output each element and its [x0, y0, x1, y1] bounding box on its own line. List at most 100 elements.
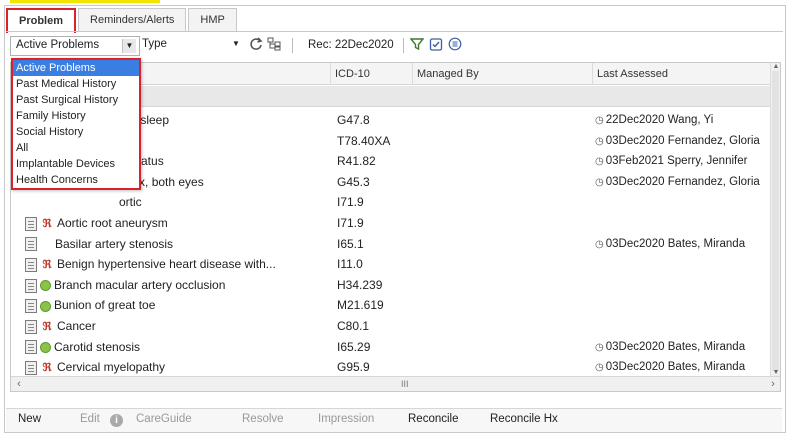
- type-select-value: Type: [142, 38, 167, 50]
- note-icon[interactable]: [25, 237, 37, 252]
- last-assessed-cell: ◷ 03Dec2020 Bates, Miranda: [595, 337, 780, 359]
- table-row[interactable]: ℜ Cervical myelopathy G95.9 ◷ 03Dec2020 Ba…: [11, 357, 771, 378]
- icd-code: I71.9: [337, 215, 364, 230]
- dropdown-option-implantable-devices[interactable]: Implantable Devices: [13, 156, 139, 172]
- chevron-down-icon[interactable]: ▼: [232, 39, 248, 48]
- note-icon[interactable]: [25, 216, 37, 231]
- dropdown-option-active-problems[interactable]: Active Problems: [13, 60, 139, 76]
- problem-name: Branch macular artery occlusion: [54, 277, 226, 292]
- note-icon[interactable]: [25, 360, 37, 375]
- table-row[interactable]: Carotid stenosis I65.29 ◷ 03Dec2020 Bates…: [11, 337, 771, 358]
- icd-code: R41.82: [337, 154, 376, 169]
- toolbar-separator: [403, 38, 404, 53]
- icd-code: I65.1: [337, 236, 364, 251]
- clock-icon: ◷: [595, 176, 604, 188]
- tab-reminders-alerts[interactable]: Reminders/Alerts: [78, 8, 187, 32]
- table-row[interactable]: Branch macular artery occlusion H34.239: [11, 275, 771, 296]
- icd-code: G47.8: [337, 113, 370, 127]
- last-assessed-cell: ◷ 03Dec2020 Fernandez, Gloria: [595, 172, 780, 194]
- problem-cell: ℜ Benign hypertensive heart disease with.…: [25, 254, 330, 275]
- toolbar: Active Problems ▼ Type ▼ Rec: 22Dec2020: [10, 35, 780, 57]
- vertical-scroll-thumb[interactable]: [772, 71, 779, 371]
- note-icon[interactable]: [25, 340, 37, 355]
- problem-filter-dropdown: Active Problems Past Medical History Pas…: [11, 58, 141, 190]
- reconcile-button[interactable]: Reconcile: [408, 413, 459, 425]
- column-header-managed-by[interactable]: Managed By: [413, 63, 593, 85]
- note-icon[interactable]: [25, 278, 37, 293]
- dropdown-option-all[interactable]: All: [13, 140, 139, 156]
- column-header-last-assessed[interactable]: Last Assessed: [593, 63, 771, 85]
- last-assessed-cell: ◷ 03Dec2020 Fernandez, Gloria: [595, 131, 780, 153]
- type-select[interactable]: Type ▼: [140, 36, 250, 56]
- scroll-up-icon[interactable]: ▲: [771, 63, 780, 71]
- dropdown-option-family-history[interactable]: Family History: [13, 108, 139, 124]
- dropdown-option-past-surgical-history[interactable]: Past Surgical History: [13, 92, 139, 108]
- table-row[interactable]: ℜ Aortic root aneurysm I71.9: [11, 213, 771, 234]
- table-row[interactable]: ortic I71.9: [11, 192, 771, 213]
- icd-code: I11.0: [337, 257, 363, 272]
- scroll-left-icon[interactable]: ‹: [13, 377, 25, 391]
- dropdown-option-past-medical-history[interactable]: Past Medical History: [13, 76, 139, 92]
- toolbar-separator: [292, 38, 293, 53]
- problem-cell: Bunion of great toe: [25, 295, 330, 316]
- clock-icon: ◷: [595, 115, 604, 126]
- table-row[interactable]: ℜ Cancer C80.1: [11, 316, 771, 337]
- problem-name: Cancer: [57, 318, 96, 333]
- horizontal-scrollbar[interactable]: ‹ III ›: [11, 376, 780, 391]
- problem-name: Cervical myelopathy: [57, 360, 166, 375]
- table-row[interactable]: Basilar artery stenosis I65.1 ◷ 03Dec2020…: [11, 234, 771, 255]
- problem-name: Bunion of great toe: [54, 298, 156, 313]
- new-button[interactable]: New: [18, 413, 41, 425]
- last-assessed: 03Dec2020 Fernandez, Gloria: [605, 175, 760, 188]
- icd-code: H34.239: [337, 277, 383, 292]
- last-assessed-cell: ◷ 03Feb2021 Sperry, Jennifer: [595, 151, 780, 173]
- reconciled-date: Rec: 22Dec2020: [308, 39, 394, 51]
- top-accent-bar: [10, 0, 160, 3]
- clock-icon: ◷: [595, 135, 604, 147]
- table-row[interactable]: ℜ Benign hypertensive heart disease with.…: [11, 254, 771, 275]
- tab-hmp[interactable]: HMP: [188, 8, 237, 32]
- tab-divider: [6, 31, 783, 32]
- note-icon[interactable]: [25, 299, 37, 314]
- reconcile-hx-button[interactable]: Reconcile Hx: [490, 413, 558, 425]
- problem-cell: Basilar artery stenosis: [25, 234, 330, 255]
- scroll-right-icon[interactable]: ›: [767, 377, 779, 391]
- resolve-button[interactable]: Resolve: [242, 413, 284, 425]
- rx-icon: ℜ: [42, 320, 52, 333]
- list-menu-icon[interactable]: [447, 37, 463, 53]
- clock-icon: ◷: [595, 341, 604, 353]
- info-icon[interactable]: i: [110, 414, 123, 427]
- last-assessed: 03Dec2020 Bates, Miranda: [605, 361, 746, 374]
- dropdown-option-social-history[interactable]: Social History: [13, 124, 139, 140]
- icd-code: M21.619: [337, 298, 384, 313]
- last-assessed: 03Dec2020 Fernandez, Gloria: [605, 134, 760, 147]
- icd-code: G45.3: [337, 174, 370, 189]
- refresh-icon[interactable]: [248, 37, 264, 53]
- note-icon[interactable]: [25, 319, 37, 334]
- icd-code: T78.40XA: [337, 133, 391, 148]
- edit-button[interactable]: Edit: [80, 413, 100, 425]
- status-dot-icon: [40, 300, 51, 312]
- problem-filter-value: Active Problems: [16, 39, 100, 51]
- filter-icon[interactable]: [409, 37, 425, 53]
- table-row[interactable]: Bunion of great toe M21.619: [11, 295, 771, 316]
- dropdown-arrow-icon[interactable]: ▼: [122, 39, 136, 53]
- problem-cell: ℜ Cervical myelopathy: [25, 357, 330, 378]
- impression-button[interactable]: Impression: [318, 413, 374, 425]
- vertical-scrollbar[interactable]: ▲ ▼: [770, 63, 780, 377]
- scroll-grip[interactable]: III: [401, 377, 409, 391]
- tree-view-icon[interactable]: [266, 37, 282, 53]
- dropdown-option-health-concerns[interactable]: Health Concerns: [13, 172, 139, 188]
- problem-cell: Carotid stenosis: [25, 337, 330, 358]
- problem-cell: Branch macular artery occlusion: [25, 275, 330, 296]
- careguide-button[interactable]: CareGuide: [136, 413, 192, 425]
- icd-code: G95.9: [337, 360, 370, 375]
- column-header-icd10[interactable]: ICD-10: [331, 63, 413, 85]
- tab-problem[interactable]: Problem: [6, 8, 77, 33]
- problem-cell: ℜ Cancer: [25, 316, 330, 337]
- clock-icon: ◷: [595, 238, 604, 250]
- last-assessed: 03Dec2020 Bates, Miranda: [605, 340, 746, 353]
- problem-filter-select[interactable]: Active Problems ▼: [10, 36, 140, 56]
- note-icon[interactable]: [25, 257, 37, 272]
- checklist-icon[interactable]: [428, 37, 444, 53]
